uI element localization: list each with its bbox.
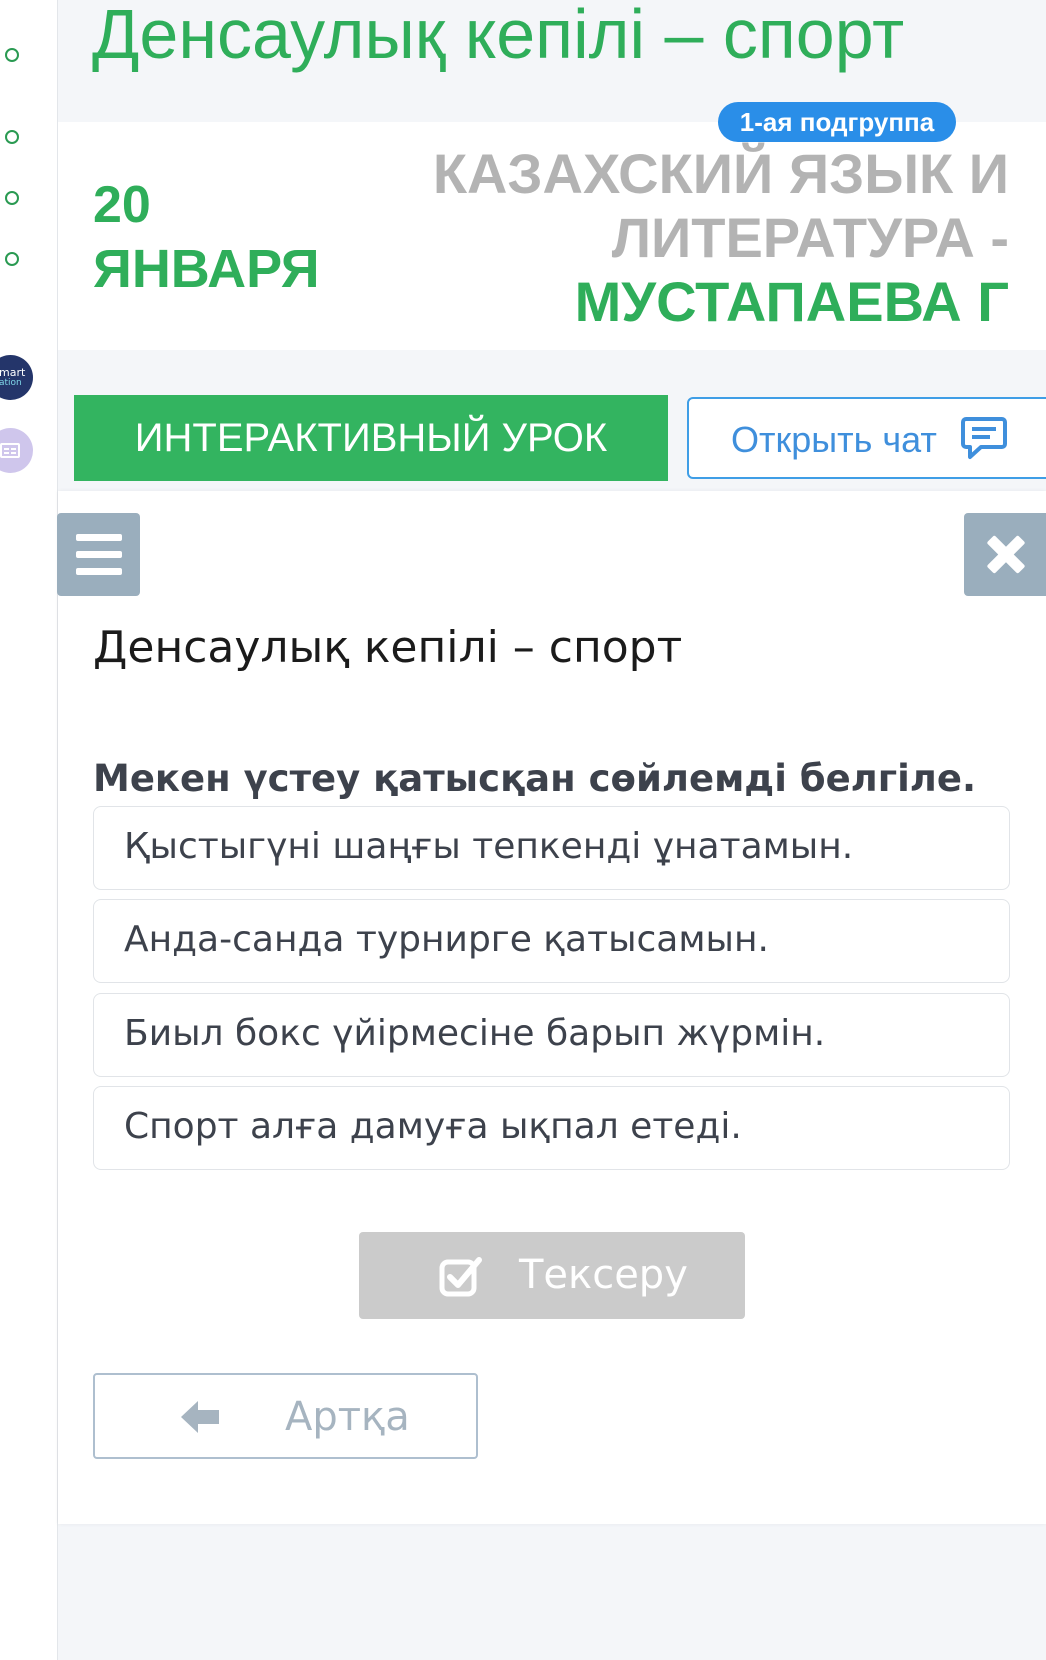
subject-line-1: КАЗАХСКИЙ ЯЗЫК И: [432, 142, 1009, 205]
lesson-title: Денсаулық кепілі – спорт: [93, 622, 683, 673]
back-button[interactable]: Артқа: [93, 1373, 478, 1459]
teacher-name: МУСТАПАЕВА Г: [574, 270, 1009, 333]
answer-option-label: Қыстыгүні шаңғы тепкенді ұнатамын.: [124, 826, 854, 867]
answer-option-3[interactable]: Биыл бокс үйірмесіне барып жүрмін.: [93, 993, 1010, 1077]
logo-text-line1: mart: [0, 366, 26, 379]
app-logo-icon[interactable]: mart ation: [0, 355, 33, 400]
close-button[interactable]: [964, 513, 1046, 596]
answer-option-2[interactable]: Анда-санда турнирге қатысамын.: [93, 899, 1010, 983]
lesson-date-month: ЯНВАРЯ: [93, 239, 320, 299]
answer-option-label: Анда-санда турнирге қатысамын.: [124, 919, 769, 960]
open-chat-label: Открыть чат: [731, 419, 937, 460]
subgroup-badge: 1-ая подгруппа: [718, 102, 956, 142]
step-dot-2[interactable]: [5, 130, 19, 144]
answer-option-label: Спорт алға дамуға ықпал етеді.: [124, 1106, 742, 1147]
answer-option-label: Биыл бокс үйірмесіне барып жүрмін.: [124, 1013, 826, 1054]
answer-option-4[interactable]: Спорт алға дамуға ықпал етеді.: [93, 1086, 1010, 1170]
subject-line-2: ЛИТЕРАТУРА -: [611, 206, 1009, 269]
arrow-left-icon: [181, 1401, 219, 1433]
lesson-date-day: 20: [93, 176, 151, 234]
left-rail: mart ation: [0, 0, 58, 1660]
question-text: Мекен үстеу қатысқан сөйлемді белгіле.: [93, 757, 977, 800]
subject-block: КАЗАХСКИЙ ЯЗЫК И ЛИТЕРАТУРА - МУСТАПАЕВА…: [389, 142, 1009, 334]
check-button[interactable]: Тексеру: [359, 1232, 745, 1319]
page-title: Денсаулық кепілі – спорт: [92, 0, 905, 73]
step-dot-1[interactable]: [5, 48, 19, 62]
back-button-label: Артқа: [285, 1394, 410, 1440]
step-dot-4[interactable]: [5, 252, 19, 266]
checkbox-check-icon: [439, 1257, 482, 1297]
interactive-lesson-button[interactable]: ИНТЕРАКТИВНЫЙ УРОК: [74, 395, 668, 481]
menu-button[interactable]: [57, 513, 140, 596]
document-icon[interactable]: [0, 428, 33, 473]
step-dot-3[interactable]: [5, 191, 19, 205]
logo-text-line2: ation: [0, 378, 22, 388]
chat-bubble-icon: [961, 417, 1007, 459]
check-button-label: Тексеру: [519, 1252, 688, 1298]
answer-option-1[interactable]: Қыстыгүні шаңғы тепкенді ұнатамын.: [93, 806, 1010, 890]
open-chat-button[interactable]: Открыть чат: [687, 397, 1046, 479]
